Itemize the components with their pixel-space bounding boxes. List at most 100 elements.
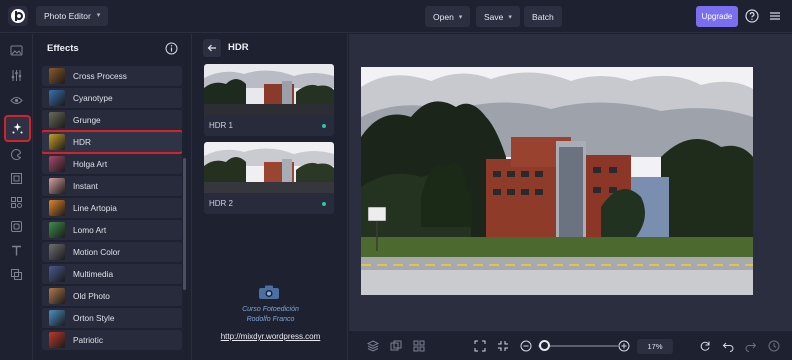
effect-label: Multimedia	[73, 269, 114, 279]
reset-button[interactable]	[698, 339, 712, 353]
effect-label: Holga Art	[73, 159, 108, 169]
effect-label: Motion Color	[73, 247, 121, 257]
rail-image-button[interactable]	[6, 40, 26, 60]
photo-canvas[interactable]	[361, 67, 753, 295]
zoom-in-button[interactable]	[617, 339, 631, 353]
effect-item-holga-art[interactable]: Holga Art	[42, 154, 182, 174]
effects-title: Effects	[47, 43, 79, 54]
chevron-down-icon: ▾	[458, 13, 463, 21]
expand-icon	[474, 340, 486, 352]
rail-paint-button[interactable]	[6, 144, 26, 164]
compare-button[interactable]	[389, 339, 403, 353]
zoom-in-icon	[618, 340, 630, 352]
open-button[interactable]: Open ▾	[425, 6, 471, 27]
effect-thumbnail	[49, 266, 65, 282]
effect-label: Instant	[73, 181, 98, 191]
hdr-preset-1[interactable]: HDR 1	[204, 64, 334, 136]
text-icon	[11, 245, 21, 255]
refresh-icon	[700, 341, 710, 351]
effect-label: Cyanotype	[73, 93, 113, 103]
effect-item-line-artopia[interactable]: Line Artopia	[42, 198, 182, 218]
rail-frames-button[interactable]	[6, 168, 26, 188]
bottom-toolbar: 17%	[349, 330, 792, 360]
effect-thumbnail	[49, 200, 65, 216]
info-icon[interactable]	[165, 42, 178, 55]
zoom-out-icon	[520, 340, 532, 352]
rail-textures-button[interactable]	[6, 216, 26, 236]
rail-effects-button[interactable]	[4, 115, 31, 142]
shapes-icon	[10, 196, 22, 208]
stack-icon	[367, 340, 379, 352]
layers-icon	[10, 268, 22, 280]
effect-item-lomo-art[interactable]: Lomo Art	[42, 220, 182, 240]
effect-item-grunge[interactable]: Grunge	[42, 110, 182, 130]
chevron-down-icon: ▾	[96, 12, 101, 19]
redo-button[interactable]	[744, 339, 758, 353]
effect-item-orton-style[interactable]: Orton Style	[42, 308, 182, 328]
rail-text-button[interactable]	[6, 240, 26, 260]
history-button[interactable]	[767, 339, 781, 353]
menu-button[interactable]	[766, 7, 784, 25]
effect-thumbnail	[49, 222, 65, 238]
rail-adjust-button[interactable]	[6, 65, 26, 85]
top-bar: Photo Editor ▾ Open ▾ Save ▾ Batch Upgra…	[0, 0, 792, 33]
arrow-left-icon	[207, 44, 216, 52]
status-dot	[322, 124, 326, 128]
hdr-presets-panel: HDR HDR 1 HDR 2 Curso Fotoedición Rodolf…	[193, 34, 348, 360]
app-logo[interactable]	[8, 6, 28, 26]
canvas-area	[349, 34, 792, 330]
hdr-preset-2[interactable]: HDR 2	[204, 142, 334, 214]
grid-button[interactable]	[412, 339, 426, 353]
zoom-value[interactable]: 17%	[637, 339, 673, 354]
history-icon	[768, 340, 780, 352]
app-switcher-dropdown[interactable]: Photo Editor ▾	[36, 6, 109, 26]
zoom-slider-track[interactable]	[538, 345, 618, 347]
logo-icon	[11, 9, 25, 23]
zoom-out-button[interactable]	[519, 339, 533, 353]
effect-item-cross-process[interactable]: Cross Process	[42, 66, 182, 86]
effect-label: Patriotic	[73, 335, 103, 345]
effect-thumbnail	[49, 288, 65, 304]
rail-graphics-button[interactable]	[6, 192, 26, 212]
effect-item-patriotic[interactable]: Patriotic	[42, 330, 182, 350]
effect-item-old-photo[interactable]: Old Photo	[42, 286, 182, 306]
app-switcher-label: Photo Editor	[44, 11, 91, 21]
effects-list: Cross Process Cyanotype Grunge HDR Holga Art…	[42, 66, 182, 360]
actual-size-button[interactable]	[496, 339, 510, 353]
sliders-icon	[11, 69, 21, 81]
rail-layers-button[interactable]	[6, 264, 26, 284]
effects-icon	[12, 123, 23, 134]
open-label: Open	[433, 11, 454, 22]
image-icon	[10, 45, 22, 55]
hdr-panel-title: HDR	[228, 42, 249, 53]
effect-thumbnail	[49, 244, 65, 260]
effect-label: Orton Style	[73, 313, 115, 323]
upgrade-button[interactable]: Upgrade	[696, 6, 738, 27]
compress-icon	[498, 341, 508, 351]
rail-touchup-button[interactable]	[6, 90, 26, 110]
help-button[interactable]	[743, 7, 761, 25]
save-button[interactable]: Save ▾	[476, 6, 520, 27]
batch-button[interactable]: Batch	[524, 6, 562, 27]
fit-screen-button[interactable]	[473, 339, 487, 353]
effects-scrollbar[interactable]	[183, 158, 186, 290]
back-button[interactable]	[203, 39, 221, 57]
undo-button[interactable]	[721, 339, 735, 353]
effect-label: Old Photo	[73, 291, 110, 301]
effect-item-hdr[interactable]: HDR	[42, 130, 182, 154]
effect-thumbnail	[49, 310, 65, 326]
zoom-slider-handle[interactable]	[539, 340, 550, 351]
upgrade-label: Upgrade	[701, 12, 733, 21]
effect-item-multimedia[interactable]: Multimedia	[42, 264, 182, 284]
effect-label: Cross Process	[73, 71, 127, 81]
layers-toggle-button[interactable]	[366, 339, 380, 353]
effect-thumbnail	[49, 178, 65, 194]
effect-item-cyanotype[interactable]: Cyanotype	[42, 88, 182, 108]
texture-icon	[10, 220, 22, 232]
effect-item-instant[interactable]: Instant	[42, 176, 182, 196]
effect-thumbnail	[49, 90, 65, 106]
effect-item-motion-color[interactable]: Motion Color	[42, 242, 182, 262]
watermark-url-link[interactable]: http://mixdyr.wordpress.com	[193, 332, 348, 341]
effect-thumbnail	[49, 134, 65, 150]
hdr-preset-1-label: HDR 1	[209, 121, 234, 130]
